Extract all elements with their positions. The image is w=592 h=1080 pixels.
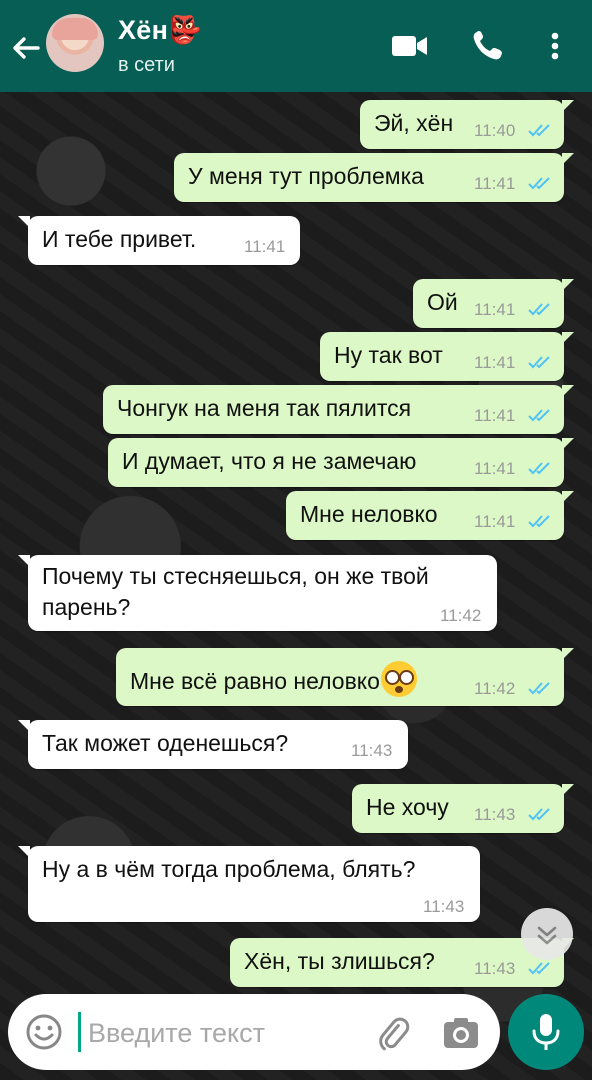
contact-status: в сети xyxy=(118,54,175,76)
scroll-to-bottom-button[interactable] xyxy=(521,908,573,960)
message-time: 11:40 xyxy=(474,121,516,140)
read-ticks-icon xyxy=(528,808,550,821)
message-time: 11:41 xyxy=(244,237,286,256)
message-input[interactable] xyxy=(86,1010,370,1056)
message-time: 11:41 xyxy=(474,300,516,319)
message-time: 11:43 xyxy=(474,805,516,824)
message-bubble-outgoing[interactable]: У меня тут проблемка 11:41 xyxy=(174,153,574,202)
message-text: Эй, хён xyxy=(374,110,454,136)
message-bubble-outgoing[interactable]: Ну так вот 11:41 xyxy=(320,332,574,381)
message-time: 11:41 xyxy=(474,512,516,531)
message-text: Ну так вот xyxy=(334,342,443,368)
microphone-button[interactable] xyxy=(508,994,584,1070)
message-text: Не хочу xyxy=(366,794,449,820)
message-bubble-incoming[interactable]: Так может оденешься? 11:43 xyxy=(18,720,408,769)
message-bubble-outgoing[interactable]: Мне всё равно неловко 11:42 xyxy=(116,648,574,706)
message-text: Чонгук на меня так пялится xyxy=(117,395,412,421)
text-cursor xyxy=(78,1012,81,1052)
message-bubble-outgoing[interactable]: Хён, ты злишься? 11:43 xyxy=(230,938,574,987)
message-time: 11:43 xyxy=(423,897,465,916)
message-text: Так может оденешься? xyxy=(42,730,289,756)
message-bubble-outgoing[interactable]: Ой 11:41 xyxy=(413,279,574,328)
message-text: И думает, что я не замечаю xyxy=(122,448,417,474)
contact-name[interactable]: Хён👺 xyxy=(118,14,202,46)
message-text: Ну а в чём тогда проблема, блять? xyxy=(42,856,416,882)
more-vertical-icon[interactable] xyxy=(540,28,570,64)
camera-icon[interactable] xyxy=(440,1012,482,1054)
message-text: Ой xyxy=(427,289,458,315)
message-text: Почему ты стесняешься, он же твой парень… xyxy=(42,563,429,620)
read-ticks-icon xyxy=(528,462,550,475)
flushed-face-emoji-icon xyxy=(380,661,417,697)
avatar[interactable] xyxy=(46,14,104,72)
video-camera-icon[interactable] xyxy=(390,28,430,64)
message-text: Хён, ты злишься? xyxy=(244,948,435,974)
message-bubble-outgoing[interactable]: Мне неловко 11:41 xyxy=(286,491,574,540)
read-ticks-icon xyxy=(528,515,550,528)
message-time: 11:42 xyxy=(440,606,482,625)
message-bubble-outgoing[interactable]: Эй, хён 11:40 xyxy=(360,100,574,149)
arrow-left-icon[interactable] xyxy=(8,30,44,66)
message-bubble-outgoing[interactable]: Чонгук на меня так пялится 11:41 xyxy=(103,385,574,434)
microphone-icon xyxy=(532,1014,560,1050)
message-time: 11:41 xyxy=(474,406,516,425)
message-time: 11:43 xyxy=(351,741,393,760)
message-text: Мне неловко xyxy=(300,501,438,527)
message-bubble-outgoing[interactable]: И думает, что я не замечаю 11:41 xyxy=(108,438,574,487)
chat-header: Хён👺 в сети xyxy=(0,0,592,92)
message-text: Мне всё равно неловко xyxy=(130,661,417,697)
message-bubble-incoming[interactable]: Почему ты стесняешься, он же твой парень… xyxy=(18,555,497,631)
message-text: И тебе привет. xyxy=(42,226,197,252)
read-ticks-icon xyxy=(528,124,550,137)
chevron-double-down-icon xyxy=(537,926,557,945)
message-time: 11:43 xyxy=(474,959,516,978)
message-time: 11:42 xyxy=(474,679,516,698)
read-ticks-icon xyxy=(528,962,550,975)
message-bubble-incoming[interactable]: Ну а в чём тогда проблема, блять? 11:43 xyxy=(18,846,480,922)
message-input-bar xyxy=(8,994,500,1070)
message-time: 11:41 xyxy=(474,353,516,372)
read-ticks-icon xyxy=(528,303,550,316)
read-ticks-icon xyxy=(528,177,550,190)
message-text: У меня тут проблемка xyxy=(188,163,424,189)
phone-icon[interactable] xyxy=(468,28,508,64)
read-ticks-icon xyxy=(528,356,550,369)
smiley-icon[interactable] xyxy=(24,1012,64,1052)
message-bubble-outgoing[interactable]: Не хочу 11:43 xyxy=(352,784,574,833)
message-bubble-incoming[interactable]: И тебе привет. 11:41 xyxy=(18,216,300,265)
paperclip-icon[interactable] xyxy=(372,1012,414,1054)
read-ticks-icon xyxy=(528,682,550,695)
message-time: 11:41 xyxy=(474,459,516,478)
read-ticks-icon xyxy=(528,409,550,422)
message-time: 11:41 xyxy=(474,174,516,193)
